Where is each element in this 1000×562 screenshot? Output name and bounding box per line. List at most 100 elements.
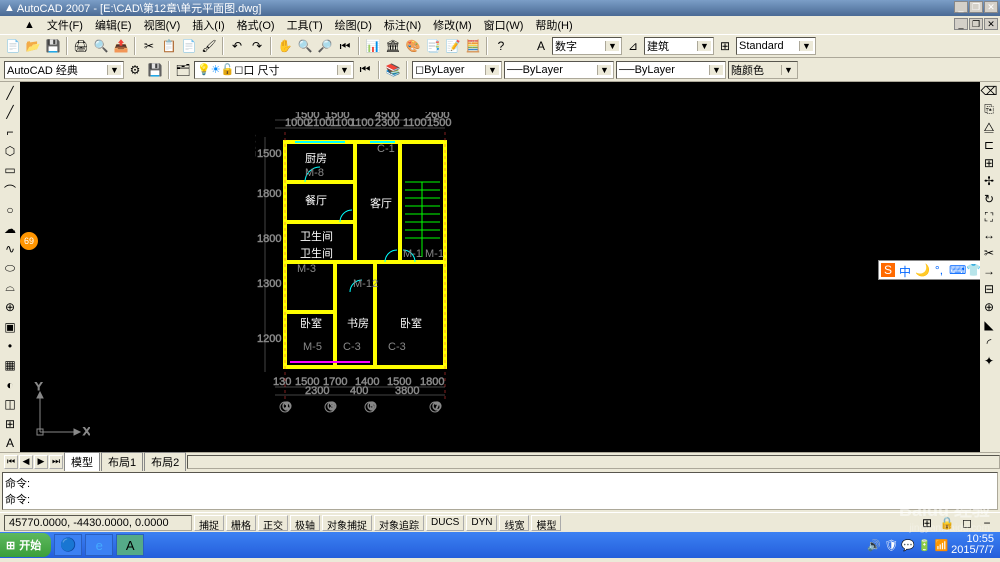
calc-button[interactable]: 🧮 [464,37,482,55]
plotstyle-combo[interactable]: 随颜色▼ [728,61,798,79]
region-tool[interactable]: ◫ [1,396,19,413]
menu-modify[interactable]: 修改(M) [427,15,478,35]
ime-moon-icon[interactable]: 🌙 [915,263,929,277]
menu-file[interactable]: 文件(F) [41,15,89,35]
hatch-tool[interactable]: ▦ [1,357,19,374]
xline-tool[interactable]: ╱ [1,103,19,120]
cut-button[interactable]: ✂ [140,37,158,55]
new-button[interactable]: 📄 [4,37,22,55]
tray-icon-5[interactable]: 📶 [934,539,948,552]
pan-button[interactable]: ✋ [276,37,294,55]
minimize-button[interactable]: _ [954,1,968,13]
arc-tool[interactable]: ⌒ [1,181,19,199]
system-clock[interactable]: 10:552015/7/7 [951,534,994,556]
linetype-combo[interactable]: ──ByLayer▼ [504,61,614,79]
command-window[interactable]: 命令: 命令: [2,472,998,510]
array-tool[interactable]: ⊞ [980,154,998,172]
start-button[interactable]: ⊞ 开始 [0,533,51,557]
polar-toggle[interactable]: 极轴 [290,515,320,531]
otrack-toggle[interactable]: 对象追踪 [374,515,424,531]
tab-layout1[interactable]: 布局1 [101,452,143,471]
menu-view[interactable]: 视图(V) [138,15,187,35]
mdi-minimize-button[interactable]: _ [954,18,968,30]
point-tool[interactable]: • [1,337,19,354]
break-tool[interactable]: ⊟ [980,280,998,298]
zoom-window-button[interactable]: 🔎 [316,37,334,55]
menu-tools[interactable]: 工具(T) [281,15,329,35]
rectangle-tool[interactable]: ▭ [1,162,19,179]
dimstyle-icon[interactable]: ⊿ [624,37,642,55]
preview-button[interactable]: 🔍 [92,37,110,55]
tray-icon-4[interactable]: 🔋 [918,539,932,552]
circle-tool[interactable]: ○ [1,201,19,218]
designcenter-button[interactable]: 🏛 [384,37,402,55]
gradient-tool[interactable]: ◐ [1,376,19,393]
publish-button[interactable]: 📤 [112,37,130,55]
chamfer-tool[interactable]: ◣ [980,316,998,334]
menu-draw[interactable]: 绘图(D) [329,15,378,35]
ime-keyboard-icon[interactable]: ⌨ [949,263,963,277]
save-button[interactable]: 💾 [44,37,62,55]
menu-edit[interactable]: 编辑(E) [89,15,138,35]
mdi-close-button[interactable]: ✕ [984,18,998,30]
copy-tool[interactable]: ⎘ [980,100,998,118]
ortho-toggle[interactable]: 正交 [258,515,288,531]
tab-next-button[interactable]: ▶ [34,455,48,469]
taskbar-ie[interactable]: e [85,534,113,556]
tab-prev-button[interactable]: ◀ [19,455,33,469]
zoom-button[interactable]: 🔍 [296,37,314,55]
ellipse-arc-tool[interactable]: ⌓ [1,279,19,296]
tool-palette-button[interactable]: 🎨 [404,37,422,55]
ime-icon[interactable]: S [881,263,895,277]
tab-layout2[interactable]: 布局2 [144,452,186,471]
workspace-settings-button[interactable]: ⚙ [126,61,144,79]
line-tool[interactable]: ╱ [1,84,19,101]
offset-tool[interactable]: ⊏ [980,136,998,154]
mdi-restore-button[interactable]: ❐ [969,18,983,30]
layer-combo[interactable]: 💡☀🔓◻ 口 尺寸▼ [194,61,354,79]
tray-icon-3[interactable]: 💬 [901,539,915,552]
command-input[interactable] [30,493,995,505]
scale-tool[interactable]: ⛶ [980,208,998,226]
tray-icon-2[interactable]: 🛡 [884,539,898,552]
table-tool[interactable]: ⊞ [1,415,19,432]
workspace-save-button[interactable]: 💾 [146,61,164,79]
restore-button[interactable]: ❐ [969,1,983,13]
notification-badge[interactable]: 69 [20,232,38,250]
make-block-tool[interactable]: ▣ [1,318,19,335]
tab-first-button[interactable]: ⏮ [4,455,18,469]
menu-help[interactable]: 帮助(H) [529,15,578,35]
snap-toggle[interactable]: 捕捉 [194,515,224,531]
menu-dimension[interactable]: 标注(N) [378,15,427,35]
close-button[interactable]: ✕ [984,1,998,13]
horizontal-scrollbar[interactable] [187,455,1000,469]
sheet-button[interactable]: 📑 [424,37,442,55]
revcloud-tool[interactable]: ☁ [1,221,19,238]
lwt-toggle[interactable]: 线宽 [499,515,529,531]
open-button[interactable]: 📂 [24,37,42,55]
explode-tool[interactable]: ✦ [980,352,998,370]
layer-prev-button[interactable]: ⏮ [356,61,374,79]
layer-state-button[interactable]: 📚 [384,61,402,79]
color-combo[interactable]: ◻ByLayer▼ [412,61,502,79]
stretch-tool[interactable]: ↔ [980,226,998,244]
textstyle-icon[interactable]: A [532,37,550,55]
spline-tool[interactable]: ∿ [1,240,19,257]
ducs-toggle[interactable]: DUCS [426,515,464,531]
fillet-tool[interactable]: ◜ [980,334,998,352]
rotate-tool[interactable]: ↻ [980,190,998,208]
help-button[interactable]: ? [492,37,510,55]
properties-button[interactable]: 📊 [364,37,382,55]
move-tool[interactable]: ✢ [980,172,998,190]
ime-punct-icon[interactable]: °, [932,263,946,277]
menu-window[interactable]: 窗口(W) [478,15,530,35]
undo-button[interactable]: ↶ [228,37,246,55]
app-menu-icon[interactable]: ▲ [18,17,41,33]
model-toggle[interactable]: 模型 [531,515,561,531]
taskbar-autocad[interactable]: A [116,534,144,556]
mirror-tool[interactable]: ⧋ [980,118,998,136]
layer-manager-button[interactable]: 🗂 [174,61,192,79]
ime-lang[interactable]: 中 [898,263,912,277]
zoom-prev-button[interactable]: ⏮ [336,37,354,55]
trim-tool[interactable]: ✂ [980,244,998,262]
